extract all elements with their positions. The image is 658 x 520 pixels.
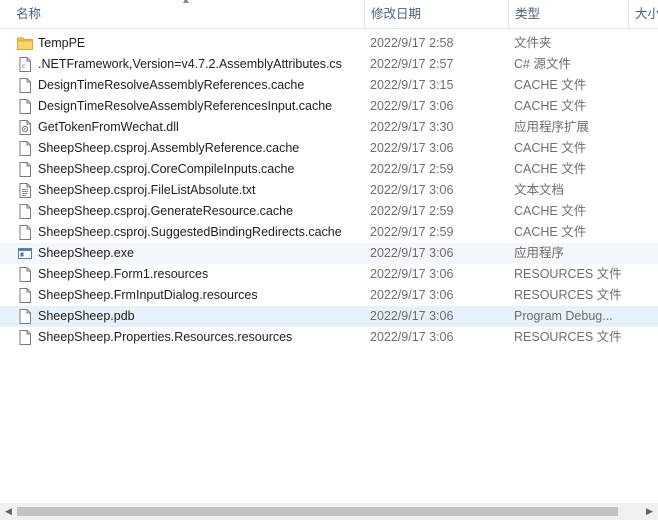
- file-date-modified: 2022/9/17 2:58: [370, 36, 454, 50]
- file-type: CACHE 文件: [514, 204, 587, 218]
- scroll-left-arrow-icon[interactable]: ◀: [0, 503, 17, 520]
- scroll-right-arrow-icon[interactable]: ▶: [641, 503, 658, 520]
- file-type: RESOURCES 文件: [514, 267, 622, 281]
- file-type: 文本文档: [514, 183, 565, 197]
- file-name: SheepSheep.exe: [38, 246, 134, 260]
- file-name: SheepSheep.csproj.CoreCompileInputs.cach…: [38, 162, 295, 176]
- file-date-modified: 2022/9/17 3:06: [370, 99, 454, 113]
- file-type: Program Debug...: [514, 309, 613, 323]
- csharp-file-icon: c: [19, 57, 31, 72]
- file-icon: [19, 78, 31, 93]
- file-type: CACHE 文件: [514, 141, 587, 155]
- file-type: CACHE 文件: [514, 99, 587, 113]
- file-row[interactable]: DesignTimeResolveAssemblyReferences.cach…: [0, 75, 658, 96]
- file-name: SheepSheep.FrmInputDialog.resources: [38, 288, 258, 302]
- file-name: SheepSheep.csproj.GenerateResource.cache: [38, 204, 294, 218]
- file-name: GetTokenFromWechat.dll: [38, 120, 179, 134]
- file-date-modified: 2022/9/17 3:06: [370, 183, 454, 197]
- horizontal-scrollbar[interactable]: ◀ ▶: [0, 503, 658, 520]
- file-row[interactable]: SheepSheep.csproj.SuggestedBindingRedire…: [0, 222, 658, 243]
- file-type: 文件夹: [514, 36, 552, 50]
- file-name: .NETFramework,Version=v4.7.2.AssemblyAtt…: [38, 57, 342, 71]
- file-date-modified: 2022/9/17 3:06: [370, 288, 454, 302]
- file-row[interactable]: SheepSheep.Form1.resources 2022/9/17 3:06…: [0, 264, 658, 285]
- file-type: 应用程序: [514, 246, 565, 260]
- file-icon: [19, 141, 31, 156]
- file-date-modified: 2022/9/17 3:06: [370, 330, 454, 344]
- column-header-size[interactable]: 大小: [628, 0, 658, 28]
- file-date-modified: 2022/9/17 3:06: [370, 246, 454, 260]
- file-type: C# 源文件: [514, 57, 571, 71]
- column-header-date-modified[interactable]: 修改日期: [364, 0, 506, 28]
- file-name: SheepSheep.csproj.FileListAbsolute.txt: [38, 183, 256, 197]
- file-type: CACHE 文件: [514, 225, 587, 239]
- file-name: SheepSheep.Properties.Resources.resource…: [38, 330, 293, 344]
- file-row[interactable]: SheepSheep.csproj.GenerateResource.cache…: [0, 201, 658, 222]
- file-date-modified: 2022/9/17 3:30: [370, 120, 454, 134]
- column-header-type[interactable]: 类型: [508, 0, 628, 28]
- file-name: SheepSheep.csproj.AssemblyReference.cach…: [38, 141, 300, 155]
- column-header-bar: ▲ 名称 修改日期 类型 大小: [0, 0, 658, 29]
- file-name: TempPE: [38, 36, 86, 50]
- file-row[interactable]: SheepSheep.exe 2022/9/17 3:06 应用程序: [0, 243, 658, 264]
- folder-icon: [17, 36, 33, 51]
- file-name: DesignTimeResolveAssemblyReferencesInput…: [38, 99, 333, 113]
- file-icon: [19, 162, 31, 177]
- file-date-modified: 2022/9/17 2:59: [370, 162, 454, 176]
- file-date-modified: 2022/9/17 3:06: [370, 141, 454, 155]
- file-name: SheepSheep.pdb: [38, 309, 135, 323]
- file-icon: [19, 288, 31, 303]
- file-row[interactable]: TempPE 2022/9/17 2:58 文件夹: [0, 33, 658, 54]
- file-row[interactable]: c .NETFramework,Version=v4.7.2.AssemblyAt…: [0, 54, 658, 75]
- file-icon: [19, 267, 31, 282]
- file-date-modified: 2022/9/17 2:57: [370, 57, 454, 71]
- file-type: CACHE 文件: [514, 78, 587, 92]
- file-date-modified: 2022/9/17 3:06: [370, 309, 454, 323]
- file-type: 应用程序扩展: [514, 120, 590, 134]
- column-header-name[interactable]: 名称: [10, 0, 362, 28]
- file-name: SheepSheep.Form1.resources: [38, 267, 209, 281]
- file-type: RESOURCES 文件: [514, 330, 622, 344]
- file-row[interactable]: SheepSheep.csproj.AssemblyReference.cach…: [0, 138, 658, 159]
- file-row[interactable]: GetTokenFromWechat.dll 2022/9/17 3:30 应用程序…: [0, 117, 658, 138]
- file-icon: [19, 204, 31, 219]
- file-icon: [19, 99, 31, 114]
- file-icon: [19, 330, 31, 345]
- file-row[interactable]: SheepSheep.Properties.Resources.resource…: [0, 327, 658, 348]
- file-row[interactable]: SheepSheep.pdb 2022/9/17 3:06 Program Debu…: [0, 306, 658, 327]
- exe-file-icon: [18, 246, 32, 261]
- svg-text:c: c: [22, 63, 25, 70]
- file-name: DesignTimeResolveAssemblyReferences.cach…: [38, 78, 305, 92]
- file-row[interactable]: DesignTimeResolveAssemblyReferencesInput…: [0, 96, 658, 117]
- file-icon: [19, 225, 31, 240]
- file-row[interactable]: SheepSheep.csproj.CoreCompileInputs.cach…: [0, 159, 658, 180]
- file-type: RESOURCES 文件: [514, 288, 622, 302]
- file-row[interactable]: SheepSheep.csproj.FileListAbsolute.txt 20…: [0, 180, 658, 201]
- text-file-icon: [19, 183, 31, 198]
- file-list: TempPE 2022/9/17 2:58 文件夹 c .NETFramework,Ve…: [0, 33, 658, 348]
- file-row[interactable]: SheepSheep.FrmInputDialog.resources 2022/…: [0, 285, 658, 306]
- file-date-modified: 2022/9/17 3:06: [370, 267, 454, 281]
- dll-file-icon: [19, 120, 31, 135]
- file-date-modified: 2022/9/17 3:15: [370, 78, 454, 92]
- file-type: CACHE 文件: [514, 162, 587, 176]
- file-date-modified: 2022/9/17 2:59: [370, 204, 454, 218]
- file-name: SheepSheep.csproj.SuggestedBindingRedire…: [38, 225, 342, 239]
- file-icon: [19, 309, 31, 324]
- scrollbar-thumb[interactable]: [17, 507, 618, 516]
- file-date-modified: 2022/9/17 2:59: [370, 225, 454, 239]
